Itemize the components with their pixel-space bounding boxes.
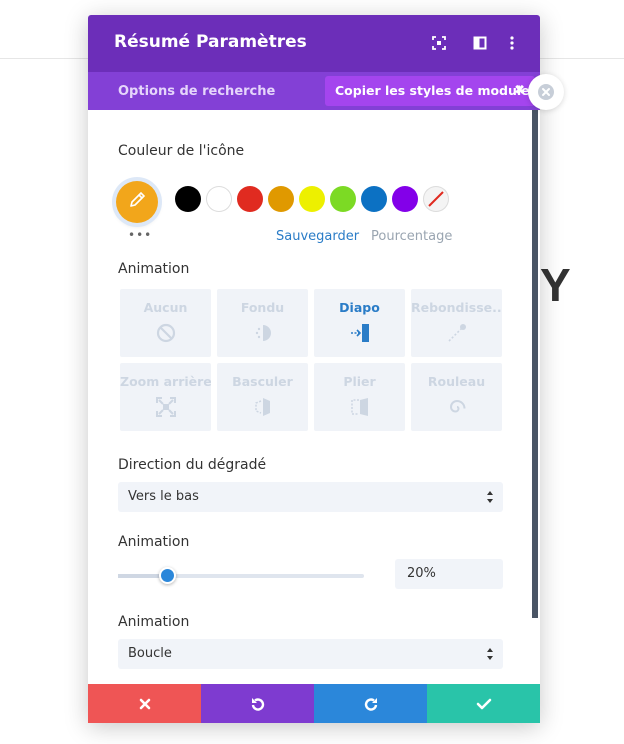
close-circle-icon — [538, 84, 554, 100]
gradient-direction-label: Direction du dégradé — [118, 457, 267, 473]
select-arrows-icon — [487, 491, 493, 503]
tile-label: Zoom arrière — [120, 374, 211, 389]
color-swatch-purple[interactable] — [392, 186, 418, 212]
gradient-direction-value: Vers le bas — [128, 489, 199, 504]
animation-tile-fold[interactable]: Plier — [314, 363, 405, 431]
icon-color-label: Couleur de l'icône — [118, 143, 245, 159]
more-options-icon[interactable] — [501, 32, 523, 54]
animation-tile-none[interactable]: Aucun — [120, 289, 211, 357]
eyedropper-icon — [128, 191, 146, 213]
tile-label: Aucun — [143, 300, 188, 315]
color-swatch-green[interactable] — [330, 186, 356, 212]
modal-title: Résumé Paramètres — [114, 32, 307, 52]
animation-tile-slide[interactable]: Diapo — [314, 289, 405, 357]
animation-repeat-select[interactable]: Boucle — [118, 639, 503, 669]
tile-label: Basculer — [232, 374, 293, 389]
gradient-direction-select[interactable]: Vers le bas — [118, 482, 503, 512]
modal-tabs: Options de recherche Copier les styles d… — [88, 72, 540, 110]
modal-footer — [88, 684, 540, 723]
zoom-out-icon — [156, 397, 176, 417]
close-icon — [139, 698, 150, 709]
color-swatch-red[interactable] — [237, 186, 263, 212]
redo-button[interactable] — [314, 684, 427, 723]
animation-slider-label: Animation — [118, 534, 190, 550]
tab-copy-label: Copier les styles de module — [335, 83, 530, 98]
undo-button[interactable] — [201, 684, 314, 723]
background-heading-letter: Y — [540, 259, 571, 311]
settings-modal: Résumé Paramètres Options de recherche C… — [88, 15, 540, 723]
animation-repeat-value: Boucle — [128, 646, 172, 661]
select-arrows-icon — [487, 648, 493, 660]
cancel-button[interactable] — [88, 684, 201, 723]
tile-label: Rouleau — [427, 374, 486, 389]
slide-icon — [351, 324, 369, 342]
animation-tile-bounce[interactable]: Rebondisse... — [411, 289, 502, 357]
tile-label: Diapo — [339, 300, 380, 315]
percentage-link[interactable]: Pourcentage — [371, 229, 452, 244]
tile-label: Plier — [343, 374, 376, 389]
animation-tile-zoom-out[interactable]: Zoom arrière — [120, 363, 211, 431]
modal-header[interactable]: Résumé Paramètres — [88, 15, 540, 72]
flip-icon — [255, 398, 270, 416]
color-swatch-black[interactable] — [175, 186, 201, 212]
none-icon — [156, 323, 176, 343]
fold-icon — [351, 398, 368, 416]
color-swatch-white[interactable] — [206, 186, 232, 212]
animation-slider-handle[interactable] — [159, 567, 176, 584]
save-button[interactable] — [427, 684, 540, 723]
color-swatch-yellow[interactable] — [299, 186, 325, 212]
color-swatch-blue[interactable] — [361, 186, 387, 212]
animation-slider-track[interactable] — [118, 567, 364, 584]
color-swatches — [175, 186, 449, 212]
page: Y Résumé Paramètres Options de recherche… — [0, 0, 624, 744]
color-swatch-orange[interactable] — [268, 186, 294, 212]
save-color-link[interactable]: Sauvegarder — [276, 229, 359, 244]
animation-tile-roll[interactable]: Rouleau — [411, 363, 502, 431]
fade-icon — [255, 325, 271, 341]
animation-tile-flip[interactable]: Basculer — [217, 363, 308, 431]
animation-repeat-label: Animation — [118, 614, 190, 630]
tile-label: Fondu — [240, 300, 285, 315]
scrollbar[interactable] — [532, 110, 538, 618]
bounce-icon — [448, 324, 466, 342]
split-view-icon[interactable] — [469, 32, 491, 54]
more-colors-icon[interactable]: ••• — [128, 228, 152, 242]
fullscreen-icon[interactable] — [428, 32, 450, 54]
roll-icon — [449, 399, 466, 413]
tile-label: Rebondisse... — [411, 300, 502, 315]
animation-slider-input[interactable]: 20% — [395, 559, 503, 589]
animation-style-label: Animation — [118, 261, 190, 277]
check-icon — [476, 698, 491, 709]
current-color-swatch[interactable] — [116, 181, 158, 223]
close-panel-button[interactable] — [528, 74, 564, 110]
animation-tile-fade[interactable]: Fondu — [217, 289, 308, 357]
redo-icon — [364, 697, 377, 711]
undo-icon — [251, 697, 264, 711]
tab-search-options[interactable]: Options de recherche — [118, 84, 275, 99]
no-color-icon[interactable] — [423, 186, 449, 212]
close-icon[interactable]: ✖ — [514, 76, 525, 106]
tab-copy-module-styles[interactable]: Copier les styles de module ✖ — [325, 76, 535, 106]
